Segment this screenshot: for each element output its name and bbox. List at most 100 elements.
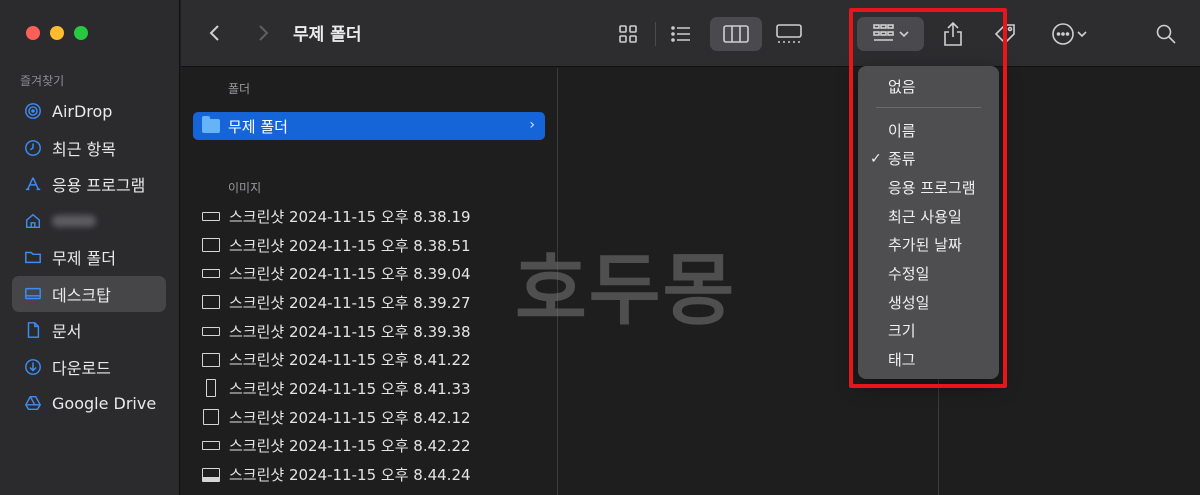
document-icon: [22, 320, 44, 340]
list-item[interactable]: 스크린샷 2024-11-15 오후 8.41.33: [201, 374, 541, 403]
image-file-icon: [201, 436, 221, 456]
list-item[interactable]: 스크린샷 2024-11-15 오후 8.39.38: [201, 317, 541, 346]
columns-icon: [723, 25, 749, 43]
menu-item-label: 크기: [888, 322, 916, 341]
folder-icon: [22, 247, 44, 267]
favorites-section-label: 즐겨찾기: [20, 74, 65, 88]
chevron-down-icon: [898, 31, 909, 38]
checkmark-icon: ✓: [870, 150, 882, 167]
home-username-blurred: [52, 214, 96, 227]
list-item[interactable]: 스크린샷 2024-11-15 오후 8.44.24: [201, 460, 541, 489]
more-actions-button[interactable]: [1043, 17, 1095, 51]
menu-item-name[interactable]: 이름: [858, 116, 999, 145]
menu-item-none[interactable]: 없음: [858, 72, 999, 101]
list-view-button[interactable]: [666, 17, 696, 51]
list-item[interactable]: 스크린샷 2024-11-15 오후 8.42.22: [201, 432, 541, 461]
chevron-left-icon: [209, 25, 219, 41]
sidebar-item-desktop[interactable]: 데스크탑: [12, 275, 166, 312]
list-item[interactable]: 스크린샷 2024-11-15 오후 8.42.12: [201, 403, 541, 432]
file-name: 스크린샷 2024-11-15 오후 8.42.12: [229, 408, 471, 427]
menu-item-size[interactable]: 크기: [858, 317, 999, 346]
toolbar: 무제 폴더: [181, 0, 1200, 67]
sidebar-item-airdrop[interactable]: AirDrop: [12, 93, 166, 130]
divider: [655, 22, 656, 46]
list-item[interactable]: 스크린샷 2024-11-15 오후 8.38.19: [201, 202, 541, 231]
list-item[interactable]: 스크린샷 2024-11-15 오후 8.39.04: [201, 259, 541, 288]
selected-folder-row[interactable]: 무제 폴더 ›: [193, 112, 545, 140]
menu-separator: [876, 106, 981, 108]
file-list: 스크린샷 2024-11-15 오후 8.38.19 스크린샷 2024-11-…: [201, 202, 541, 489]
file-name: 스크린샷 2024-11-15 오후 8.44.24: [229, 466, 471, 485]
back-button[interactable]: [203, 20, 227, 46]
window-title: 무제 폴더: [293, 25, 362, 45]
menu-item-date-created[interactable]: 생성일: [858, 288, 999, 317]
list-item[interactable]: 스크린샷 2024-11-15 오후 8.38.51: [201, 231, 541, 260]
image-file-icon: [201, 378, 221, 398]
image-file-icon: [201, 407, 221, 427]
menu-item-label: 생성일: [888, 293, 930, 312]
menu-item-tags[interactable]: 태그: [858, 345, 999, 374]
sidebar-item-downloads[interactable]: 다운로드: [12, 349, 166, 386]
menu-item-date-modified[interactable]: 수정일: [858, 259, 999, 288]
file-name: 스크린샷 2024-11-15 오후 8.38.51: [229, 236, 471, 255]
column-1[interactable]: 폴더 무제 폴더 › 이미지 스크린샷 2024-11-15 오후 8.38.1…: [181, 68, 558, 495]
sidebar-item-label: 다운로드: [52, 358, 111, 378]
chevron-right-icon: [259, 25, 269, 41]
grid-icon: [619, 25, 637, 43]
airdrop-icon: [22, 101, 44, 121]
sidebar-list: AirDrop 최근 항목 응용 프로그램 무제 폴더 데스크탑 문서 다운로드…: [12, 93, 166, 422]
icon-view-button[interactable]: [613, 17, 643, 51]
share-button[interactable]: [938, 17, 968, 51]
sidebar-item-untitled-folder[interactable]: 무제 폴더: [12, 239, 166, 276]
clock-icon: [22, 138, 44, 158]
menu-item-label: 없음: [888, 77, 916, 96]
column-view-button[interactable]: [710, 17, 762, 51]
chevron-down-icon: [1077, 31, 1087, 38]
google-drive-icon: [22, 393, 44, 413]
group-by-button[interactable]: [857, 17, 924, 51]
zoom-window-button[interactable]: [74, 26, 88, 40]
applications-icon: [22, 174, 44, 194]
close-window-button[interactable]: [26, 26, 40, 40]
list-item[interactable]: 스크린샷 2024-11-15 오후 8.39.27: [201, 288, 541, 317]
list-item[interactable]: 스크린샷 2024-11-15 오후 8.41.22: [201, 345, 541, 374]
menu-item-date-added[interactable]: 추가된 날짜: [858, 230, 999, 259]
sidebar-item-applications[interactable]: 응용 프로그램: [12, 166, 166, 203]
menu-item-label: 종류: [888, 150, 916, 169]
menu-item-label: 응용 프로그램: [888, 178, 976, 197]
sidebar-item-label: Google Drive: [52, 393, 157, 413]
sidebar-item-recents[interactable]: 최근 항목: [12, 130, 166, 167]
watermark: 호두몽: [515, 246, 737, 336]
file-name: 스크린샷 2024-11-15 오후 8.42.22: [229, 437, 471, 456]
image-file-icon: [201, 350, 221, 370]
file-name: 스크린샷 2024-11-15 오후 8.39.38: [229, 322, 471, 341]
sidebar-item-label: 응용 프로그램: [52, 176, 146, 196]
sidebar-item-documents[interactable]: 문서: [12, 312, 166, 349]
folders-group-header: 폴더: [228, 82, 251, 96]
menu-item-kind[interactable]: ✓ 종류: [858, 144, 999, 173]
forward-button[interactable]: [251, 20, 275, 46]
sidebar-item-label: 최근 항목: [52, 139, 116, 159]
traffic-lights: [26, 26, 88, 40]
search-button[interactable]: [1151, 17, 1181, 51]
menu-item-label: 태그: [888, 351, 916, 370]
menu-item-label: 추가된 날짜: [888, 236, 962, 255]
image-file-icon: [201, 206, 221, 226]
menu-item-last-opened[interactable]: 최근 사용일: [858, 202, 999, 231]
sidebar-item-label: 무제 폴더: [52, 249, 116, 269]
sidebar-item-home[interactable]: [12, 203, 166, 240]
menu-item-application[interactable]: 응용 프로그램: [858, 173, 999, 202]
minimize-window-button[interactable]: [50, 26, 64, 40]
gallery-view-button[interactable]: [773, 17, 805, 51]
sidebar-item-label: 데스크탑: [52, 285, 111, 305]
image-file-icon: [201, 264, 221, 284]
tag-button[interactable]: [989, 17, 1023, 51]
images-group-header: 이미지: [228, 181, 262, 195]
home-icon: [22, 211, 44, 231]
folder-name: 무제 폴더: [228, 117, 288, 136]
file-name: 스크린샷 2024-11-15 오후 8.41.33: [229, 379, 471, 398]
menu-item-label: 최근 사용일: [888, 207, 962, 226]
file-name: 스크린샷 2024-11-15 오후 8.39.27: [229, 293, 471, 312]
sidebar-item-google-drive[interactable]: Google Drive: [12, 385, 166, 422]
tag-icon: [994, 24, 1015, 45]
